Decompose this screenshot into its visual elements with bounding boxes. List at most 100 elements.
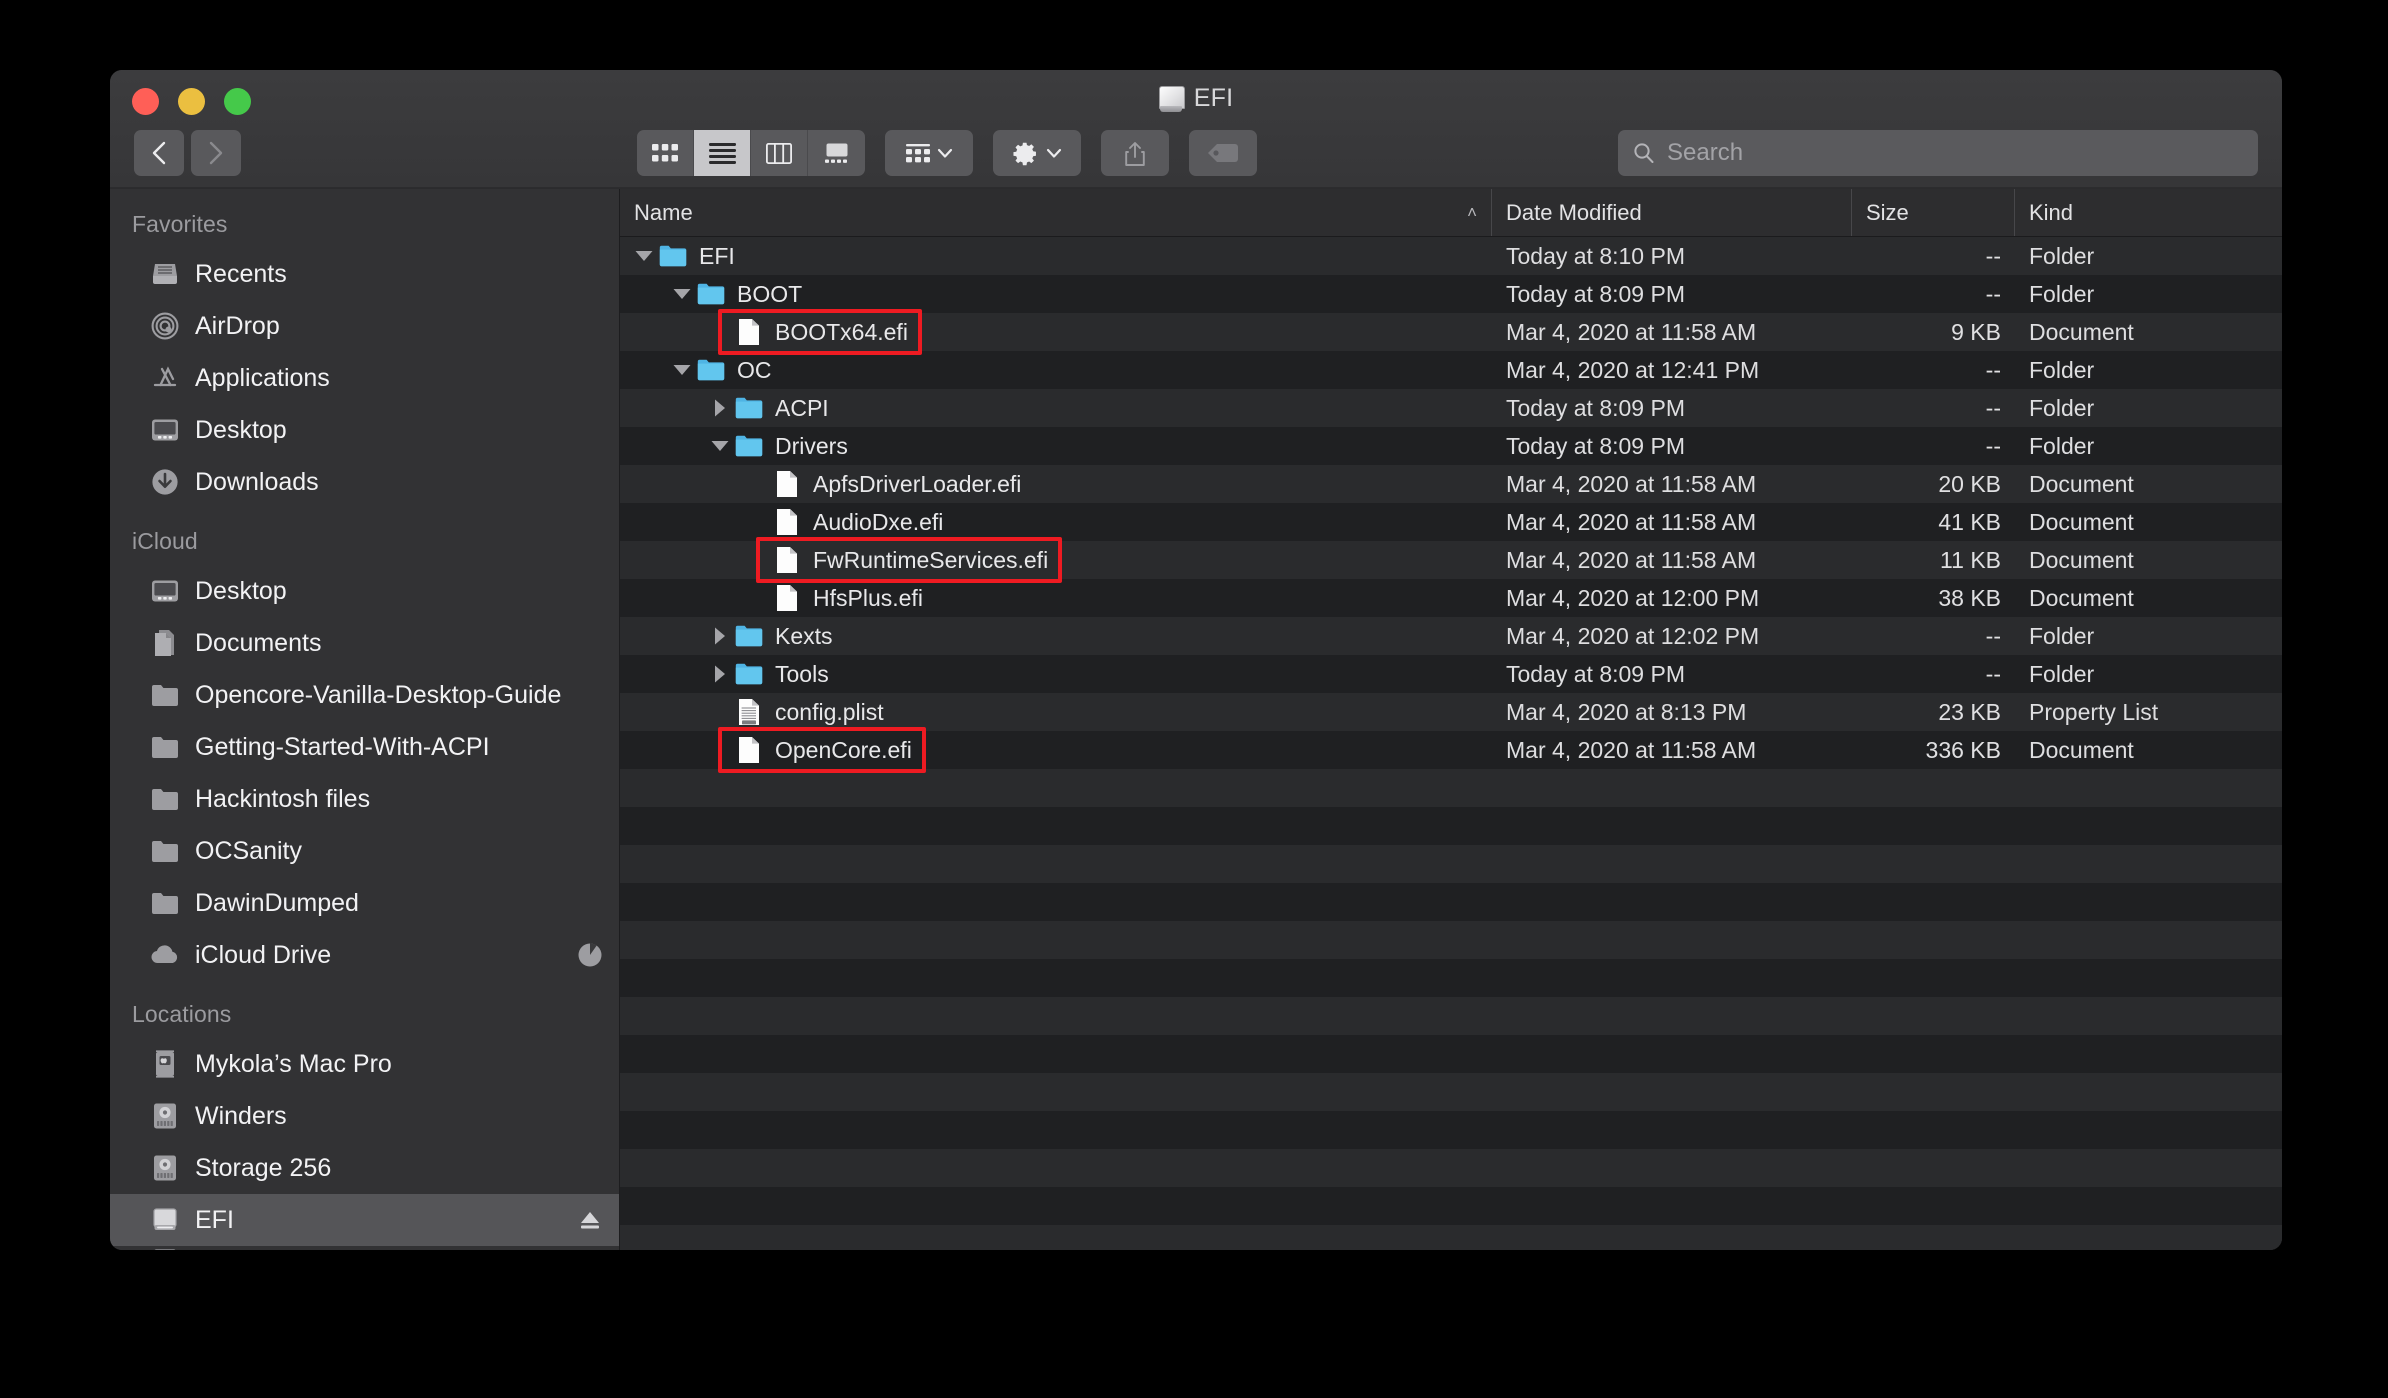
table-row[interactable]: ACPI Today at 8:09 PM -- Folder [620, 389, 2282, 427]
sidebar-item-mykolas-mac-pro[interactable]: Mykola’s Mac Pro [110, 1038, 619, 1090]
share-icon [1125, 141, 1145, 166]
empty-row [620, 1187, 2282, 1225]
file-size-cell: 11 KB [1940, 546, 2001, 573]
file-name-cell[interactable]: FwRuntimeServices.efi [620, 541, 1492, 579]
disclosure-triangle[interactable] [706, 398, 734, 418]
disclosure-triangle[interactable] [668, 363, 696, 377]
disclosure-triangle[interactable] [668, 287, 696, 301]
folder-icon [658, 245, 688, 267]
sidebar-item-recents[interactable]: Recents [110, 248, 619, 300]
table-row[interactable]: OpenCore.efi Mar 4, 2020 at 11:58 AM 336 K… [620, 731, 2282, 769]
column-header-kind[interactable]: Kind [2015, 189, 2282, 236]
file-date-cell: Mar 4, 2020 at 11:58 AM [1506, 508, 1757, 535]
traffic-lights [132, 88, 251, 115]
hard-disk-glyph [154, 1155, 176, 1181]
folder-glyph [735, 663, 763, 685]
sidebar-item-icloud-desktop[interactable]: Desktop [110, 565, 619, 617]
search-field[interactable]: Search [1618, 130, 2258, 176]
hard-disk-glyph [154, 1103, 176, 1129]
group-by-button[interactable] [885, 130, 973, 176]
sidebar-item-storage-256[interactable]: Storage 256 [110, 1142, 619, 1194]
file-date-cell: Mar 4, 2020 at 12:00 PM [1506, 584, 1760, 611]
sort-ascending-icon: ˄ [1467, 202, 1477, 222]
file-name-cell[interactable]: AudioDxe.efi [620, 503, 1492, 541]
sidebar-item-efi[interactable]: EFI [110, 1194, 619, 1246]
disclosure-triangle[interactable] [630, 249, 658, 263]
table-row[interactable]: HfsPlus.efi Mar 4, 2020 at 12:00 PM 38 KB D… [620, 579, 2282, 617]
table-row[interactable]: BOOTx64.efi Mar 4, 2020 at 11:58 AM 9 KB Do… [620, 313, 2282, 351]
table-row[interactable]: Tools Today at 8:09 PM -- Folder [620, 655, 2282, 693]
column-header-name[interactable]: Name ˄ [620, 189, 1492, 236]
back-button[interactable] [134, 130, 184, 176]
file-name-label: Kexts [775, 622, 833, 649]
file-name-cell[interactable]: EFI [620, 237, 1492, 275]
column-view-button[interactable] [751, 130, 808, 176]
columns-icon [766, 142, 792, 164]
sidebar-item-dawindumped[interactable]: DawinDumped [110, 877, 619, 929]
file-kind-cell: Folder [2029, 660, 2095, 687]
disclosure-triangle[interactable] [706, 626, 734, 646]
table-row[interactable]: ApfsDriverLoader.efi Mar 4, 2020 at 11:58… [620, 465, 2282, 503]
file-name-cell[interactable]: ACPI [620, 389, 1492, 427]
folder-glyph [735, 625, 763, 647]
sidebar-item-airdrop[interactable]: AirDrop [110, 300, 619, 352]
tags-button[interactable] [1189, 130, 1257, 176]
file-kind-cell: Folder [2029, 280, 2095, 307]
file-name-cell[interactable]: Tools [620, 655, 1492, 693]
close-window-button[interactable] [132, 88, 159, 115]
table-row[interactable]: BOOT Today at 8:09 PM -- Folder [620, 275, 2282, 313]
table-row[interactable]: FwRuntimeServices.efi Mar 4, 2020 at 11:5… [620, 541, 2282, 579]
table-row[interactable]: OC Mar 4, 2020 at 12:41 PM -- Folder [620, 351, 2282, 389]
icon-view-button[interactable] [637, 130, 694, 176]
file-name-cell[interactable]: HfsPlus.efi [620, 579, 1492, 617]
actions-button[interactable] [993, 130, 1081, 176]
maximize-window-button[interactable] [224, 88, 251, 115]
forward-button[interactable] [191, 130, 241, 176]
folder-icon [150, 836, 180, 866]
eject-icon[interactable] [575, 1205, 605, 1235]
file-name-cell[interactable]: Drivers [620, 427, 1492, 465]
disclosure-triangle[interactable] [706, 664, 734, 684]
file-size-cell: -- [1985, 394, 2001, 421]
list-view-button[interactable] [694, 130, 751, 176]
column-header-date-modified[interactable]: Date Modified [1492, 189, 1852, 236]
sidebar-item-hackintosh-files[interactable]: Hackintosh files [110, 773, 619, 825]
file-name-cell[interactable]: OC [620, 351, 1492, 389]
table-row[interactable]: config.plist Mar 4, 2020 at 8:13 PM 23 KB P… [620, 693, 2282, 731]
sidebar-item-winders[interactable]: Winders [110, 1090, 619, 1142]
sidebar-item-documents[interactable]: Documents [110, 617, 619, 669]
chevron-down-icon [1046, 148, 1062, 158]
file-size-cell: -- [1985, 280, 2001, 307]
sidebar-item-ocsanity[interactable]: OCSanity [110, 825, 619, 877]
share-button[interactable] [1101, 130, 1169, 176]
folder-glyph [697, 359, 725, 381]
search-input-placeholder[interactable]: Search [1667, 139, 1743, 167]
sidebar-item-partial[interactable] [110, 1246, 619, 1250]
file-name-cell[interactable]: BOOT [620, 275, 1492, 313]
minimize-window-button[interactable] [178, 88, 205, 115]
sidebar-item-label: Getting-Started-With-ACPI [195, 732, 490, 761]
sidebar-item-opencore-vanilla-desktop-guide[interactable]: Opencore-Vanilla-Desktop-Guide [110, 669, 619, 721]
file-name-cell[interactable]: ApfsDriverLoader.efi [620, 465, 1492, 503]
file-kind-cell: Document [2029, 736, 2134, 763]
empty-row [620, 997, 2282, 1035]
gallery-view-button[interactable] [808, 130, 865, 176]
sidebar-item-icloud-drive[interactable]: iCloud Drive [110, 929, 619, 981]
sidebar-item-applications[interactable]: Applications [110, 352, 619, 404]
file-name-cell[interactable]: BOOTx64.efi [620, 313, 1492, 351]
file-name-cell[interactable]: config.plist [620, 693, 1492, 731]
file-name-cell[interactable]: OpenCore.efi [620, 731, 1492, 769]
sidebar-item-downloads[interactable]: Downloads [110, 456, 619, 508]
table-row[interactable]: EFI Today at 8:10 PM -- Folder [620, 237, 2282, 275]
file-name-label: BOOTx64.efi [775, 318, 908, 345]
table-row[interactable]: AudioDxe.efi Mar 4, 2020 at 11:58 AM 41 KB… [620, 503, 2282, 541]
column-header-size[interactable]: Size [1852, 189, 2015, 236]
table-row[interactable]: Drivers Today at 8:09 PM -- Folder [620, 427, 2282, 465]
sidebar-item-getting-started-with-acpi[interactable]: Getting-Started-With-ACPI [110, 721, 619, 773]
search-icon [1634, 143, 1654, 163]
sidebar-item-desktop[interactable]: Desktop [110, 404, 619, 456]
disclosure-triangle[interactable] [706, 439, 734, 453]
table-row[interactable]: Kexts Mar 4, 2020 at 12:02 PM -- Folder [620, 617, 2282, 655]
file-name-cell[interactable]: Kexts [620, 617, 1492, 655]
file-size-cell: -- [1985, 622, 2001, 649]
